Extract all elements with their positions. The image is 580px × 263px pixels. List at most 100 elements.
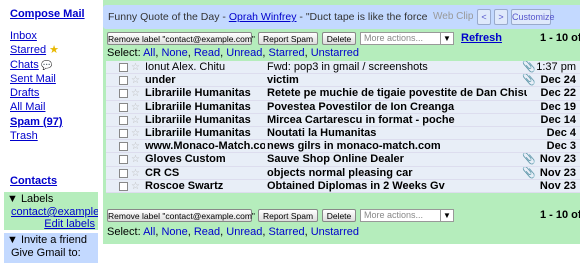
report-spam-button[interactable]: Report Spam xyxy=(258,32,318,45)
web-clip-prev-button[interactable]: < xyxy=(477,9,491,25)
row-checkbox[interactable] xyxy=(119,89,128,99)
row-checkbox[interactable] xyxy=(119,168,128,178)
star-toggle-icon[interactable]: ☆ xyxy=(131,114,140,126)
subject: news gilrs in monaco-match.com xyxy=(267,140,441,153)
select-links-bottom: Select: All, None, Read, Unread, Starred… xyxy=(107,226,359,238)
labels-header[interactable]: ▼ Labels xyxy=(4,192,98,206)
folder-link[interactable]: Starred xyxy=(10,44,46,56)
web-clip-bar: Funny Quote of the Day - Oprah Winfrey -… xyxy=(103,5,580,29)
folder-item: Starred ★ xyxy=(10,43,63,57)
paperclip-icon: 📎 xyxy=(522,166,536,179)
web-clip-quote: - "Duct tape is like the force. It has a… xyxy=(299,11,428,23)
row-checkbox[interactable] xyxy=(119,63,128,72)
folder-nav: Inbox Starred ★ Chats 💬 Sent Mail Drafts All … xyxy=(10,29,63,143)
more-actions-value: More actions... xyxy=(364,33,424,43)
date: Nov 23 xyxy=(539,166,576,179)
compose-mail-link[interactable]: Compose Mail xyxy=(10,8,85,20)
more-actions-select-bottom[interactable]: More actions... ▼ xyxy=(360,209,454,222)
invite-text: Give Gmail to: xyxy=(11,247,81,259)
contacts-link[interactable]: Contacts xyxy=(10,175,57,187)
select-starred-link-bottom[interactable]: Starred xyxy=(268,226,304,238)
remove-label-button-bottom[interactable]: Remove label "contact@example.com" xyxy=(107,209,255,222)
star-toggle-icon[interactable]: ☆ xyxy=(131,140,140,152)
select-all-link-bottom[interactable]: All xyxy=(143,226,155,238)
mail-list-panel: Funny Quote of the Day - Oprah Winfrey -… xyxy=(103,0,580,244)
delete-button-bottom[interactable]: Delete xyxy=(322,209,356,222)
sender: Librariile Humanitas xyxy=(145,126,251,139)
more-actions-select[interactable]: More actions... ▼ xyxy=(360,32,454,45)
web-clip-next-button[interactable]: > xyxy=(494,9,508,25)
folder-link[interactable]: Sent Mail xyxy=(10,73,56,85)
table-row[interactable]: ☆ Gloves Custom Sauve Shop Online Dealer 📎 N… xyxy=(106,153,580,167)
row-checkbox[interactable] xyxy=(119,181,128,191)
table-row[interactable]: ☆ Librariile Humanitas Retete pe muchie de… xyxy=(106,87,580,101)
message-count-bottom: 1 - 10 of 10 xyxy=(540,209,580,221)
folder-link[interactable]: Spam (97) xyxy=(10,116,63,128)
sender: Gloves Custom xyxy=(145,153,226,166)
subject: Retete pe muchie de tigaie povestite de … xyxy=(267,87,527,100)
refresh-link[interactable]: Refresh xyxy=(461,32,502,44)
folder-link[interactable]: Drafts xyxy=(10,87,39,99)
table-row[interactable]: ☆ Librariile Humanitas Povestea Povestilor… xyxy=(106,100,580,114)
table-row[interactable]: ☆ Roscoe Swartz Obtained Diplomas in 2 Wee… xyxy=(106,179,580,193)
sender: Librariile Humanitas xyxy=(145,87,251,100)
label-contact-link[interactable]: contact@example.c xyxy=(11,206,98,218)
remove-label-button[interactable]: Remove label "contact@example.com" xyxy=(107,32,255,45)
table-row[interactable]: ☆ Librariile Humanitas Mircea Cartarescu i… xyxy=(106,113,580,127)
table-row[interactable]: ☆ www.Monaco-Match.com news gilrs in monac… xyxy=(106,140,580,154)
select-unread-link-bottom[interactable]: Unread xyxy=(226,226,262,238)
subject: Obtained Diplomas in 2 Weeks Gv xyxy=(267,179,445,192)
table-row[interactable]: ☆ CR CS objects normal pleasing car 📎 Nov 23 xyxy=(106,166,580,180)
select-unstarred-link[interactable]: Unstarred xyxy=(311,47,359,59)
select-unstarred-link-bottom[interactable]: Unstarred xyxy=(311,226,359,238)
report-spam-button-bottom[interactable]: Report Spam xyxy=(258,209,318,222)
select-all-link[interactable]: All xyxy=(143,47,155,59)
folder-item: Trash xyxy=(10,129,63,143)
web-clip-text[interactable]: Funny Quote of the Day - Oprah Winfrey -… xyxy=(108,11,428,23)
folder-link[interactable]: Inbox xyxy=(10,30,37,42)
folder-link[interactable]: Trash xyxy=(10,130,38,142)
select-prefix-bottom: Select: xyxy=(107,226,144,238)
select-none-link-bottom[interactable]: None xyxy=(161,226,187,238)
table-row[interactable]: ☆ Librariile Humanitas Noutati la Humanita… xyxy=(106,126,580,141)
table-row[interactable]: ☆ Ionut Alex. Chitu Fwd: pop3 in gmail / s… xyxy=(106,61,580,75)
web-clip-customize-button[interactable]: Customize xyxy=(511,9,555,25)
select-read-link-bottom[interactable]: Read xyxy=(194,226,220,238)
folder-item: Spam (97) xyxy=(10,115,63,129)
folder-link[interactable]: Chats xyxy=(10,59,39,71)
date: Dec 19 xyxy=(540,100,576,113)
folder-item: Chats 💬 xyxy=(10,58,63,72)
star-toggle-icon[interactable]: ☆ xyxy=(131,153,140,165)
row-checkbox[interactable] xyxy=(119,76,128,86)
subject: victim xyxy=(267,74,299,87)
invite-header[interactable]: ▼ Invite a friend xyxy=(4,233,98,247)
paperclip-icon: 📎 xyxy=(522,153,536,166)
star-toggle-icon[interactable]: ☆ xyxy=(131,61,140,73)
select-unread-link[interactable]: Unread xyxy=(226,47,262,59)
row-checkbox[interactable] xyxy=(119,155,128,165)
delete-button[interactable]: Delete xyxy=(322,32,356,45)
star-toggle-icon[interactable]: ☆ xyxy=(131,87,140,99)
star-toggle-icon[interactable]: ☆ xyxy=(131,167,140,179)
select-starred-link[interactable]: Starred xyxy=(268,47,304,59)
edit-labels-link[interactable]: Edit labels xyxy=(44,218,95,230)
select-none-link[interactable]: None xyxy=(161,47,187,59)
sender: www.Monaco-Match.com xyxy=(145,140,265,153)
row-checkbox[interactable] xyxy=(119,102,128,112)
table-row[interactable]: ☆ under victim 📎 Dec 24 xyxy=(106,74,580,88)
folder-link[interactable]: All Mail xyxy=(10,101,45,113)
sender: Ionut Alex. Chitu xyxy=(145,61,226,73)
folder-item: Inbox xyxy=(10,29,63,43)
row-checkbox[interactable] xyxy=(119,128,128,138)
date: 1:37 pm xyxy=(536,61,576,73)
top-toolbar: Remove label "contact@example.com" Repor… xyxy=(107,32,580,46)
star-toggle-icon[interactable]: ☆ xyxy=(131,101,140,113)
star-toggle-icon[interactable]: ☆ xyxy=(131,127,140,139)
row-checkbox[interactable] xyxy=(119,115,128,125)
quote-author-link[interactable]: Oprah Winfrey xyxy=(229,11,297,23)
paperclip-icon: 📎 xyxy=(522,61,536,73)
select-read-link[interactable]: Read xyxy=(194,47,220,59)
star-toggle-icon[interactable]: ☆ xyxy=(131,180,140,192)
star-toggle-icon[interactable]: ☆ xyxy=(131,74,140,86)
row-checkbox[interactable] xyxy=(119,142,128,152)
